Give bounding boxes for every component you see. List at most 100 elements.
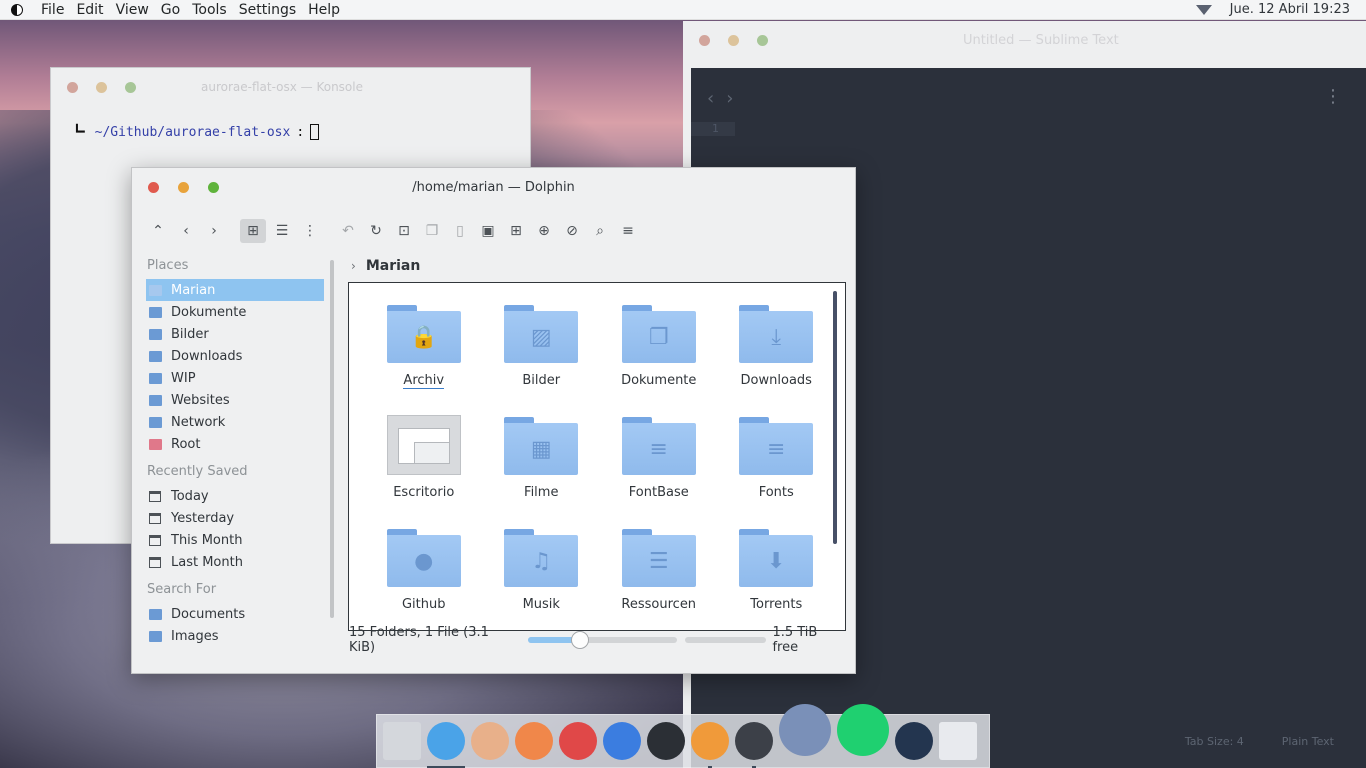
trash-app-icon[interactable] <box>939 722 977 760</box>
recent-last-month[interactable]: Last Month <box>146 551 324 573</box>
copy-icon[interactable]: ❐ <box>420 219 444 243</box>
search-documents[interactable]: Documents <box>146 603 324 625</box>
menu-edit[interactable]: Edit <box>70 0 109 20</box>
search-for-header: Search For <box>147 582 217 597</box>
recent-this-month[interactable]: This Month <box>146 529 324 551</box>
file-label: Filme <box>524 485 559 500</box>
finder-app-icon[interactable] <box>427 722 465 768</box>
recent-today[interactable]: Today <box>146 485 324 507</box>
file-label: Dokumente <box>621 373 697 388</box>
zoom-slider[interactable] <box>527 631 678 649</box>
minimize-button[interactable] <box>96 81 107 93</box>
menu-go[interactable]: Go <box>155 0 186 20</box>
free-space: 1.5 TiB free <box>772 625 818 655</box>
system-logo-icon[interactable] <box>11 3 23 16</box>
kebab-menu-icon[interactable]: ⋮ <box>1324 86 1342 107</box>
search-label: Documents <box>171 606 246 622</box>
menu-help[interactable]: Help <box>302 0 346 20</box>
new-window-icon[interactable]: ⊞ <box>504 219 528 243</box>
chromium-app-icon[interactable] <box>603 722 641 760</box>
place-root[interactable]: Root <box>146 433 324 455</box>
place-websites[interactable]: Websites <box>146 389 324 411</box>
file-item[interactable]: Escritorio <box>365 415 483 509</box>
file-item[interactable]: ☰ Ressourcen <box>600 527 718 621</box>
home-folder-icon <box>149 284 162 296</box>
reload-icon[interactable]: ↻ <box>364 219 388 243</box>
new-folder-icon[interactable]: ⊕ <box>532 219 556 243</box>
downloader-app-icon[interactable] <box>895 722 933 760</box>
hidden-files-icon[interactable]: ⊘ <box>560 219 584 243</box>
file-item[interactable]: ≡ Fonts <box>718 415 836 509</box>
tree-view-icon[interactable]: ⋮ <box>298 219 322 243</box>
menu-settings[interactable]: Settings <box>233 0 302 20</box>
maximize-button[interactable] <box>757 34 768 46</box>
file-label: Archiv <box>403 373 445 389</box>
zoom-slider-handle[interactable] <box>570 631 589 649</box>
paste-icon[interactable]: ▯ <box>448 219 472 243</box>
menu-tools[interactable]: Tools <box>186 0 233 20</box>
recently-saved-header: Recently Saved <box>147 464 248 479</box>
place-dokumente[interactable]: Dokumente <box>146 301 324 323</box>
place-network[interactable]: Network <box>146 411 324 433</box>
search-icon[interactable]: ⌕ <box>588 219 612 243</box>
syntax-indicator[interactable]: Plain Text <box>1282 735 1334 748</box>
open-folder-icon[interactable]: ⊡ <box>392 219 416 243</box>
minimize-button[interactable] <box>728 34 739 46</box>
back-icon[interactable]: ‹ <box>174 219 198 243</box>
contacts-app-icon[interactable] <box>471 722 509 760</box>
top-menubar: File Edit View Go Tools Settings Help Ju… <box>0 0 1366 20</box>
breadcrumb[interactable]: › Marian <box>351 258 420 274</box>
places-scrollbar[interactable] <box>330 260 334 618</box>
sublime-app-icon[interactable] <box>691 722 729 768</box>
file-label: Torrents <box>750 597 803 612</box>
chevron-right-icon[interactable]: › <box>726 88 733 109</box>
vivaldi-app-icon[interactable] <box>559 722 597 760</box>
file-view-scrollbar[interactable] <box>833 291 837 544</box>
tab-size-indicator[interactable]: Tab Size: 4 <box>1185 735 1244 748</box>
dolphin-titlebar[interactable]: /home/marian — Dolphin <box>132 168 855 207</box>
folder-icon: ● <box>386 527 461 587</box>
up-icon[interactable]: ⌃ <box>146 219 170 243</box>
details-view-icon[interactable]: ☰ <box>270 219 294 243</box>
file-item[interactable]: ▦ Filme <box>483 415 601 509</box>
undo-icon[interactable]: ↶ <box>336 219 360 243</box>
file-item[interactable]: ● Github <box>365 527 483 621</box>
terminal-app-icon[interactable] <box>647 722 685 760</box>
wifi-icon[interactable] <box>1195 4 1212 15</box>
terminal-prompt[interactable]: ┗╸ ~/Github/aurorae-flat-osx : <box>51 106 530 140</box>
desktop-app-icon[interactable] <box>383 722 421 760</box>
place-bilder[interactable]: Bilder <box>146 323 324 345</box>
hamburger-menu-icon[interactable]: ≡ <box>616 219 640 243</box>
places-panel: Places Marian Dokumente Bilder Downloads… <box>146 257 324 647</box>
file-view[interactable]: 🔒 Archiv ▨ Bilder ❐ Dokumente ⤓ Downloads Escrit… <box>348 282 846 631</box>
menu-view[interactable]: View <box>110 0 155 20</box>
clock[interactable]: Jue. 12 Abril 19:23 <box>1230 2 1350 17</box>
dolphin-window: /home/marian — Dolphin ⌃ ‹ › ⊞ ☰ ⋮ ↶ ↻ ⊡… <box>131 167 856 674</box>
close-button[interactable] <box>67 81 78 93</box>
file-item[interactable]: ♫ Musik <box>483 527 601 621</box>
place-downloads[interactable]: Downloads <box>146 345 324 367</box>
maximize-button[interactable] <box>125 81 136 93</box>
icons-view-icon[interactable]: ⊞ <box>240 219 266 243</box>
inkscape-app-icon[interactable] <box>735 722 773 768</box>
breadcrumb-current[interactable]: Marian <box>366 258 421 274</box>
close-button[interactable] <box>699 34 710 46</box>
menu-file[interactable]: File <box>35 0 70 20</box>
file-item[interactable]: ⬇ Torrents <box>718 527 836 621</box>
firefox-app-icon[interactable] <box>515 722 553 760</box>
search-images[interactable]: Images <box>146 625 324 647</box>
forward-icon[interactable]: › <box>202 219 226 243</box>
recent-yesterday[interactable]: Yesterday <box>146 507 324 529</box>
place-wip[interactable]: WIP <box>146 367 324 389</box>
file-item[interactable]: ⤓ Downloads <box>718 303 836 397</box>
spotify-app-icon[interactable] <box>837 704 889 756</box>
file-item[interactable]: 🔒 Archiv <box>365 303 483 397</box>
file-item[interactable]: ≡ FontBase <box>600 415 718 509</box>
place-marian[interactable]: Marian <box>146 279 324 301</box>
places-header: Places <box>147 258 189 273</box>
chevron-left-icon[interactable]: ‹ <box>707 88 714 109</box>
file-item[interactable]: ❐ Dokumente <box>600 303 718 397</box>
file-item[interactable]: ▨ Bilder <box>483 303 601 397</box>
mascot-app-icon[interactable] <box>779 704 831 756</box>
preview-icon[interactable]: ▣ <box>476 219 500 243</box>
